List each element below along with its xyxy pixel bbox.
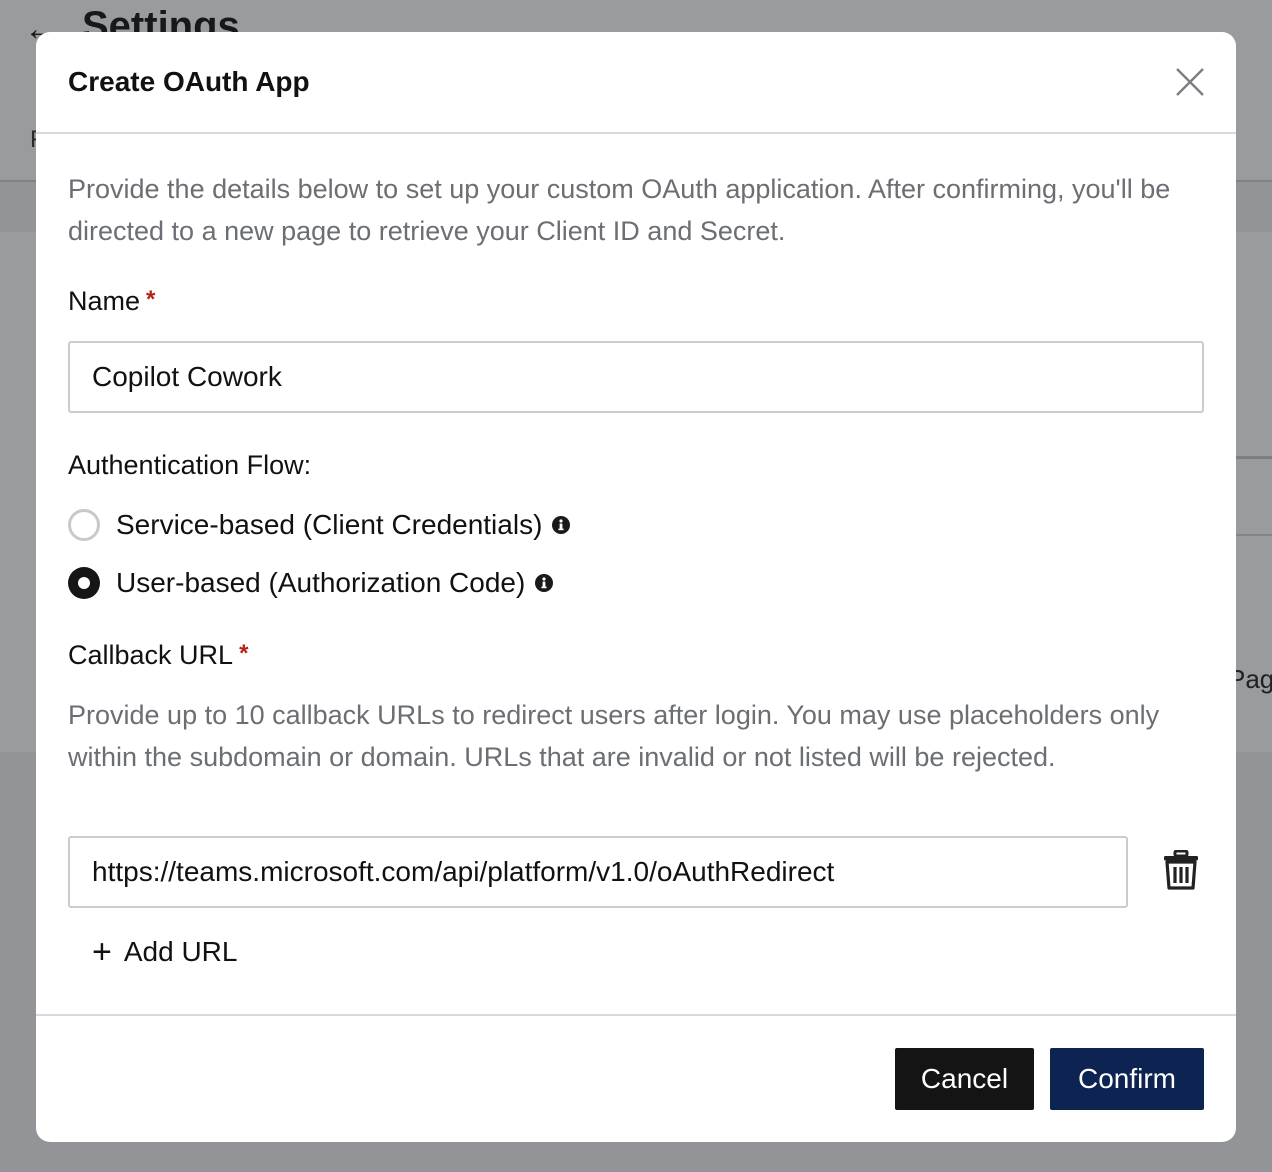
- auth-flow-label: Authentication Flow:: [68, 450, 312, 480]
- create-oauth-app-dialog: Create OAuth App Provide the details bel…: [36, 32, 1236, 1142]
- name-label: Name *: [68, 286, 155, 317]
- close-icon: [1176, 68, 1204, 96]
- radio-option-authorization-code[interactable]: User-based (Authorization Code): [68, 566, 554, 600]
- confirm-button[interactable]: Confirm: [1050, 1048, 1204, 1110]
- radio-label: Service-based (Client Credentials): [116, 509, 543, 540]
- dialog-intro-text: Provide the details below to set up your…: [68, 174, 1171, 246]
- info-icon[interactable]: [552, 516, 571, 534]
- dialog-footer: Cancel Confirm: [36, 1014, 1236, 1142]
- callback-url-help-text: Provide up to 10 callback URLs to redire…: [68, 700, 1160, 772]
- name-label-text: Name: [68, 286, 141, 316]
- required-indicator: *: [146, 286, 156, 313]
- info-icon[interactable]: [535, 574, 554, 592]
- callback-url-label-text: Callback URL: [68, 640, 234, 670]
- delete-url-button[interactable]: [1162, 849, 1200, 890]
- name-input[interactable]: [68, 341, 1204, 413]
- callback-url-label: Callback URL *: [68, 640, 248, 671]
- required-indicator: *: [239, 640, 249, 667]
- radio-option-client-credentials[interactable]: Service-based (Client Credentials): [68, 508, 571, 542]
- dialog-title: Create OAuth App: [68, 66, 310, 97]
- radio-label: User-based (Authorization Code): [116, 567, 526, 598]
- plus-icon: +: [92, 933, 112, 971]
- cancel-button[interactable]: Cancel: [895, 1048, 1034, 1110]
- trash-icon: [1164, 849, 1198, 890]
- add-url-button[interactable]: + Add URL: [92, 932, 237, 972]
- radio-button-checked[interactable]: [68, 567, 100, 599]
- add-url-label: Add URL: [123, 936, 238, 967]
- dialog-header: Create OAuth App: [36, 32, 1236, 134]
- callback-url-input[interactable]: [68, 836, 1128, 908]
- close-button[interactable]: [1174, 66, 1206, 98]
- radio-button-unchecked[interactable]: [68, 509, 100, 541]
